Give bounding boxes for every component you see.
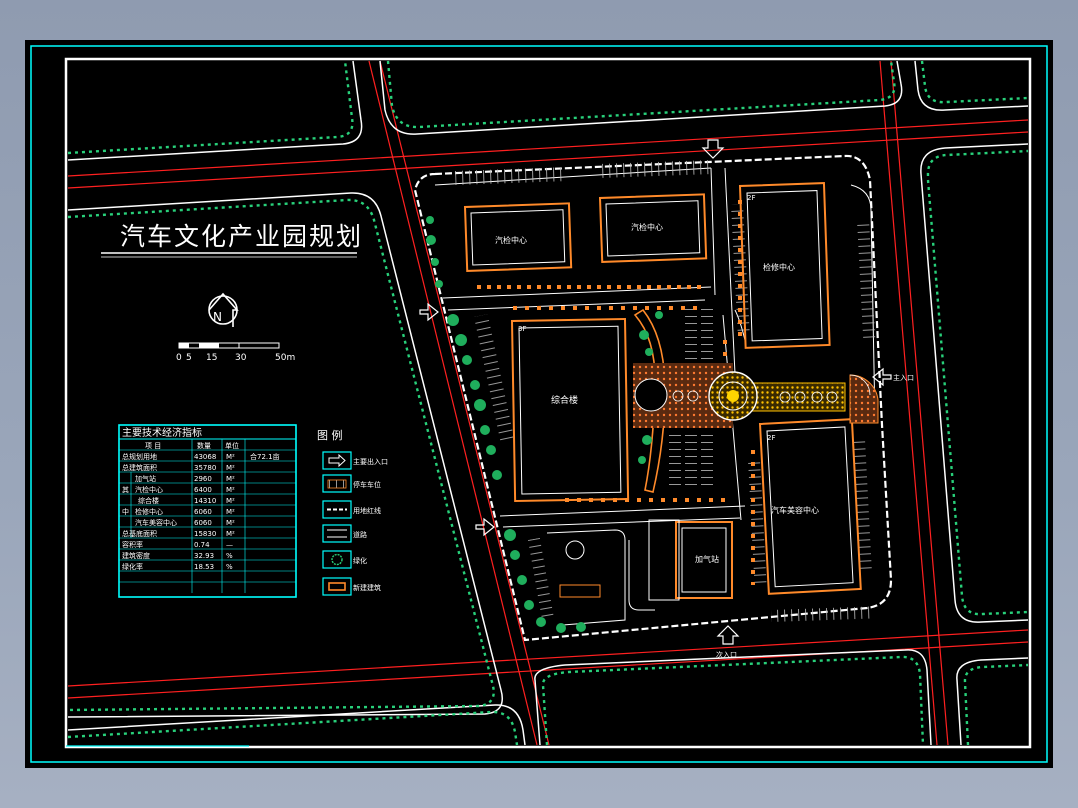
row-5-unit: M²	[226, 508, 235, 516]
row-10-unit: %	[226, 563, 233, 571]
col-header-unit: 单位	[225, 441, 239, 450]
row-6-value: 6060	[194, 519, 212, 527]
row-2-name: 加气站	[135, 474, 156, 483]
row-9-name: 建筑密度	[122, 551, 150, 560]
building-gas-station: 加气站	[628, 519, 733, 611]
indicators-table: 主要技术经济指标 项 目 数量 单位 总规划用地 43068 M² 合72.1亩…	[118, 424, 297, 598]
row-10-name: 绿化率	[122, 562, 143, 571]
row-7-unit: M²	[226, 530, 235, 538]
row-6-name: 汽车美容中心	[135, 518, 177, 527]
scale-bar: 0 5 15 30 50m	[176, 342, 295, 363]
legend-entrance-label: 主要出入口	[353, 457, 388, 466]
label-floor-complex: 3F	[518, 325, 526, 333]
row-2-value: 2960	[194, 475, 212, 483]
row-10-value: 18.53	[194, 563, 214, 571]
label-beauty: 汽车美容中心	[771, 505, 819, 515]
row-5-name: 检修中心	[135, 507, 163, 516]
row-9-unit: %	[226, 552, 233, 560]
legend-swatch-green	[322, 550, 352, 569]
road-edges	[67, 60, 1029, 746]
roadside-trees	[67, 60, 1029, 746]
group-label-zhong: 中	[122, 507, 129, 516]
label-repair: 检修中心	[763, 262, 795, 272]
legend-road-label: 道路	[353, 530, 367, 539]
row-8-unit: —	[226, 541, 233, 549]
label-complex: 综合楼	[551, 394, 578, 406]
scale-tick-1: 5	[186, 353, 192, 363]
legend-swatch-road	[322, 524, 352, 543]
row-0-value: 43068	[194, 453, 216, 461]
row-8-value: 0.74	[194, 541, 210, 549]
building-inspection-a: 汽检中心	[463, 202, 573, 272]
road-centerlines	[67, 60, 1029, 746]
drawing-title: 汽车文化产业园规划	[120, 222, 363, 251]
legend-green-label: 绿化	[353, 556, 367, 565]
row-0-name: 总规划用地	[122, 452, 157, 461]
label-floor-beauty: 2F	[767, 434, 775, 442]
row-3-name: 汽检中心	[135, 485, 163, 494]
row-3-value: 6400	[194, 486, 212, 494]
legend-building-label: 新建建筑	[353, 583, 381, 592]
legend-redline-label: 用地红线	[353, 506, 381, 515]
site-plan-drawing: 汽车文化产业园规划 N 0 5 15 30 50m 主要技术经济指标 项 目 数…	[30, 45, 1048, 763]
scale-tick-2: 15	[206, 353, 217, 363]
row-4-unit: M²	[226, 497, 235, 505]
col-header-item: 项 目	[145, 442, 161, 450]
legend-heading: 图 例	[317, 428, 343, 442]
row-1-unit: M²	[226, 464, 235, 472]
row-0-unit: M²	[226, 453, 235, 461]
row-7-value: 15830	[194, 530, 216, 538]
label-east-entrance: 主入口	[893, 373, 914, 382]
row-8-name: 容积率	[122, 540, 143, 549]
row-3-unit: M²	[226, 486, 235, 494]
row-1-value: 35780	[194, 464, 216, 472]
cad-drawing-frame: 汽车文化产业园规划 N 0 5 15 30 50m 主要技术经济指标 项 目 数…	[25, 40, 1053, 768]
legend: 图 例 主要出入口 停车车位 用地红线 道路 绿化 新建建筑	[317, 428, 388, 596]
scale-tick-0: 0	[176, 353, 182, 363]
building-inspection-b: 汽检中心	[598, 193, 708, 263]
building-repair-center: 2F 检修中心	[738, 182, 831, 349]
row-7-name: 总基底面积	[122, 529, 157, 538]
southwest-plot	[546, 529, 626, 626]
indicators-heading: 主要技术经济指标	[122, 426, 202, 439]
group-label-qi: 其	[122, 486, 129, 494]
building-beauty-center: 2F 汽车美容中心	[758, 418, 862, 595]
row-6-unit: M²	[226, 519, 235, 527]
north-arrow-icon: N	[208, 292, 239, 327]
label-inspection-a: 汽检中心	[495, 235, 527, 245]
scale-tick-3: 30	[235, 353, 247, 363]
row-4-value: 14310	[194, 497, 216, 505]
scale-tick-4: 50m	[275, 353, 295, 363]
row-5-value: 6060	[194, 508, 212, 516]
label-south-entrance: 次入口	[716, 650, 737, 659]
label-inspection-b: 汽检中心	[631, 222, 663, 232]
building-complex: 3F 综合楼	[510, 318, 630, 502]
col-header-qty: 数量	[197, 441, 211, 450]
north-label: N	[213, 310, 222, 324]
legend-parking-label: 停车车位	[353, 480, 381, 489]
row-9-value: 32.93	[194, 552, 214, 560]
legend-swatch-entrance	[322, 451, 352, 470]
row-0-note: 合72.1亩	[250, 452, 280, 461]
row-1-name: 总建筑面积	[122, 463, 157, 472]
legend-swatch-building	[322, 577, 352, 596]
label-gas: 加气站	[695, 554, 719, 564]
row-2-unit: M²	[226, 475, 235, 483]
inner-frame-line	[64, 57, 1032, 749]
row-4-name: 综合楼	[138, 496, 159, 505]
label-floor-repair: 2F	[747, 194, 755, 202]
